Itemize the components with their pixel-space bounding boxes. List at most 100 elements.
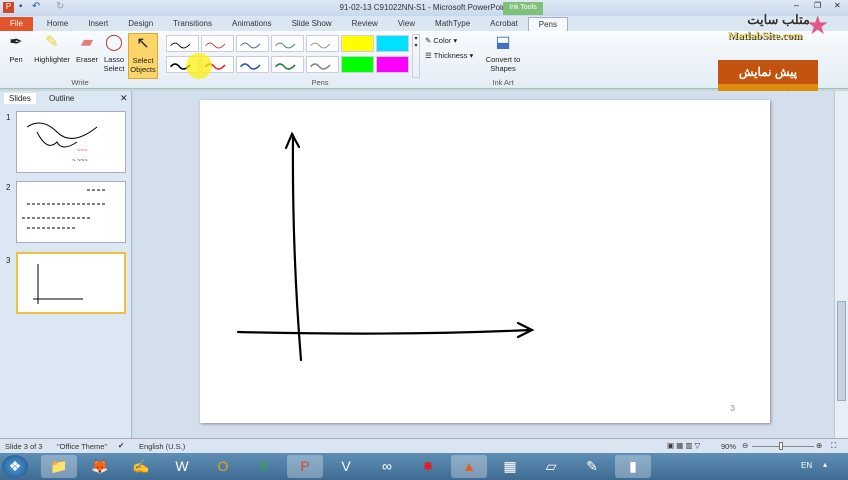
- highlighter-swatch-fill: [377, 36, 408, 51]
- slide-number: 3: [6, 256, 11, 265]
- lasso-select-button[interactable]: ◯ Lasso Select: [101, 33, 127, 73]
- zoom-slider-thumb[interactable]: [779, 442, 783, 450]
- pen-stroke-icon: [240, 42, 261, 49]
- language[interactable]: English (U.S.): [139, 442, 185, 451]
- cursor-highlight: [186, 53, 212, 79]
- language-indicator[interactable]: EN: [801, 461, 812, 470]
- scroll-thumb[interactable]: [837, 301, 846, 401]
- write-group-label: Write: [71, 78, 89, 87]
- window-title: 91-02-13 C91022NN-S1 - Microsoft PowerPo…: [339, 3, 509, 12]
- zoom-out-icon[interactable]: ⊖: [742, 441, 748, 450]
- gallery-scroll[interactable]: ▾ ▾: [412, 34, 420, 78]
- highlighter-button[interactable]: ✎ Highlighter: [30, 33, 74, 64]
- pen-button[interactable]: ✒ Pen: [4, 33, 28, 64]
- slide-thumbnail-1[interactable]: ~~~ ~ ~~~: [16, 111, 126, 173]
- slide-canvas[interactable]: 3: [200, 100, 770, 423]
- powerpoint-taskbar-icon[interactable]: P: [287, 455, 323, 478]
- slide-count: Slide 3 of 3: [5, 442, 43, 451]
- wordpad-icon[interactable]: ✎: [574, 455, 610, 478]
- pen-stroke-icon: [170, 42, 191, 49]
- color-button[interactable]: ✎ Color ▾: [425, 36, 457, 45]
- pen-swatch[interactable]: [306, 56, 339, 73]
- burst-app-icon[interactable]: ✸: [410, 455, 446, 478]
- matlab-icon[interactable]: ▲: [451, 455, 487, 478]
- fit-slide-icon[interactable]: ⛶: [831, 441, 836, 451]
- star-logo-icon: ★: [806, 10, 830, 40]
- thickness-button[interactable]: ☰ Thickness ▾: [425, 51, 473, 60]
- tray-expand-icon[interactable]: ▴: [823, 460, 827, 469]
- pen-swatch[interactable]: [236, 56, 269, 73]
- eraser-button[interactable]: ▰ Eraser: [74, 33, 100, 64]
- svg-text:~~~: ~~~: [77, 148, 88, 154]
- tab-view[interactable]: View: [388, 17, 425, 31]
- notepad-icon[interactable]: ▱: [533, 455, 569, 478]
- tab-home[interactable]: Home: [37, 17, 78, 31]
- tab-transitions[interactable]: Transitions: [163, 17, 222, 31]
- pen-swatch[interactable]: [341, 35, 374, 52]
- select-objects-label: Select Objects: [130, 56, 156, 74]
- slide-number-label: 3: [730, 404, 735, 413]
- watermark-site-fa: متلب سایت: [747, 12, 810, 27]
- tab-review[interactable]: Review: [342, 17, 388, 31]
- tab-slides[interactable]: Slides: [4, 93, 36, 104]
- arrow-cursor-icon: ↖: [136, 35, 150, 52]
- zoom-level[interactable]: 90%: [721, 442, 736, 451]
- status-bar: Slide 3 of 3 "Office Theme" ✔ English (U…: [0, 438, 848, 453]
- select-objects-button[interactable]: ↖ Select Objects: [128, 33, 158, 79]
- start-button[interactable]: ❖: [2, 455, 28, 478]
- infinity-app-icon[interactable]: ∞: [369, 455, 405, 478]
- pens-group-label: Pens: [311, 78, 329, 87]
- camera-app-icon[interactable]: ▮: [615, 455, 651, 478]
- slide-number: 1: [6, 113, 11, 122]
- pen-label: Pen: [9, 55, 23, 64]
- tab-animations[interactable]: Animations: [222, 17, 282, 31]
- slide-thumbnail-2[interactable]: [16, 181, 126, 243]
- firefox-icon[interactable]: 🦊: [82, 455, 118, 478]
- color-label: Color: [433, 36, 452, 45]
- pen-swatch[interactable]: [236, 35, 269, 52]
- close-panel-icon[interactable]: ✕: [120, 93, 128, 104]
- eraser-icon: ▰: [80, 34, 94, 51]
- word-icon[interactable]: W: [164, 455, 200, 478]
- outlook-icon[interactable]: O: [205, 455, 241, 478]
- restore-button[interactable]: ❐: [814, 1, 821, 10]
- pen-swatch[interactable]: [341, 56, 374, 73]
- spellcheck-icon[interactable]: ✔: [118, 441, 124, 450]
- pen-swatch[interactable]: [201, 35, 234, 52]
- vertical-scrollbar[interactable]: [834, 91, 848, 438]
- slide-number: 2: [6, 183, 11, 192]
- tab-insert[interactable]: Insert: [78, 17, 118, 31]
- pen-swatch[interactable]: [376, 35, 409, 52]
- convert-to-shapes-button[interactable]: ⬓ Convert to Shapes: [484, 33, 522, 73]
- pen-swatch[interactable]: [166, 35, 199, 52]
- highlighter-swatch-fill: [377, 57, 408, 72]
- explorer-icon[interactable]: 📁: [41, 455, 77, 478]
- lasso-label: Lasso Select: [103, 55, 125, 73]
- pen-swatch[interactable]: [271, 56, 304, 73]
- math-input-icon[interactable]: ✍: [123, 455, 159, 478]
- pen-swatch[interactable]: [271, 35, 304, 52]
- tab-file[interactable]: File: [0, 17, 33, 31]
- excel-icon[interactable]: X: [246, 455, 282, 478]
- tab-mathtype[interactable]: MathType: [425, 17, 480, 31]
- zoom-in-icon[interactable]: ⊕: [816, 441, 822, 450]
- visio-icon[interactable]: V: [328, 455, 364, 478]
- tab-pens[interactable]: Pens: [527, 17, 568, 31]
- view-buttons-icon[interactable]: ▣ ▦ ▥ ▽: [667, 441, 700, 450]
- tab-acrobat[interactable]: Acrobat: [480, 17, 528, 31]
- minimize-button[interactable]: –: [794, 0, 799, 10]
- tab-outline[interactable]: Outline: [44, 93, 79, 104]
- pen-swatch[interactable]: [376, 56, 409, 73]
- pen-stroke-icon: [275, 42, 296, 49]
- pen-stroke-icon: [309, 63, 331, 70]
- zoom-slider[interactable]: [752, 446, 814, 447]
- close-button[interactable]: ✕: [834, 1, 841, 10]
- highlighter-label: Highlighter: [34, 55, 70, 64]
- pen-swatch[interactable]: [306, 35, 339, 52]
- highlighter-swatch-fill: [342, 57, 373, 72]
- slide-thumbnail-3[interactable]: [16, 252, 126, 314]
- tab-design[interactable]: Design: [118, 17, 163, 31]
- tab-slide-show[interactable]: Slide Show: [282, 17, 342, 31]
- calculator-icon[interactable]: ▦: [492, 455, 528, 478]
- svg-text:~ ~~~: ~ ~~~: [72, 158, 88, 164]
